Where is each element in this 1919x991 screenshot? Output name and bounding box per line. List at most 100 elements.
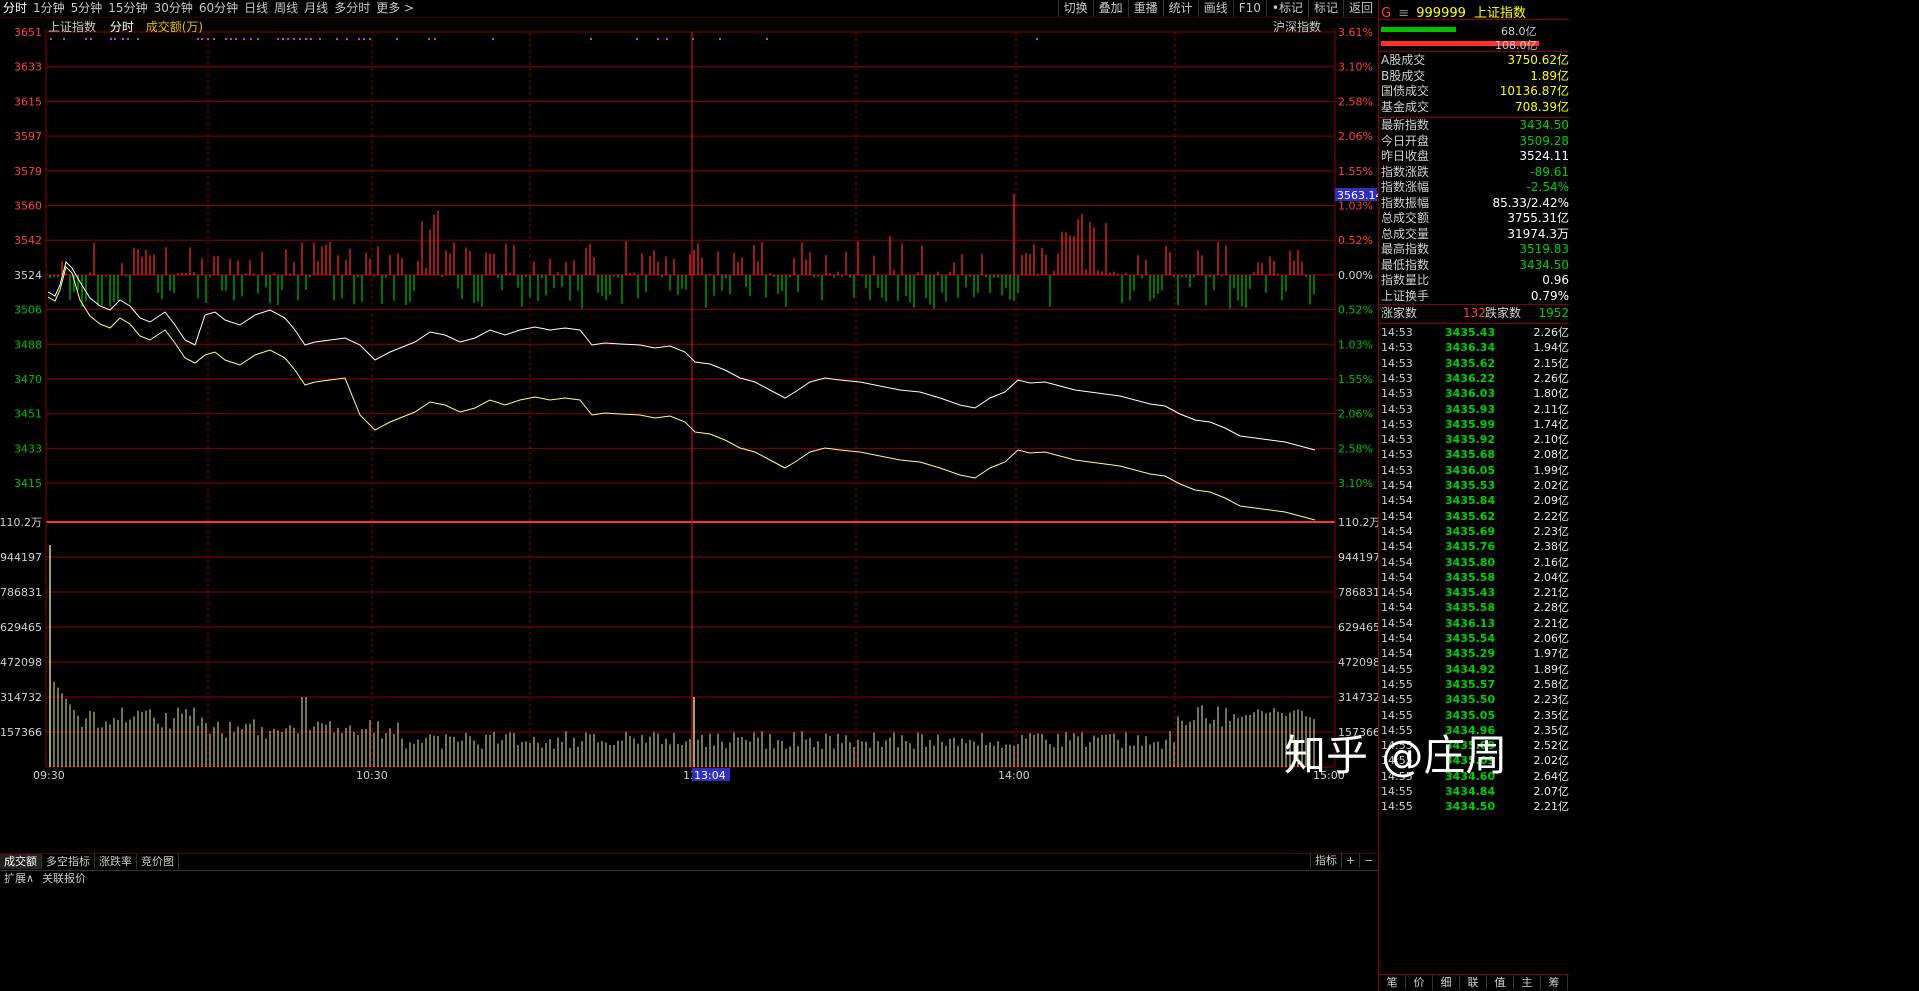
signal-dot bbox=[225, 38, 227, 40]
indicator-tab-1[interactable]: 多空指标 bbox=[42, 854, 95, 869]
tick-amount: 2.23亿 bbox=[1533, 524, 1570, 538]
tick-price: 3435.58 bbox=[1445, 601, 1496, 615]
signal-dot bbox=[213, 38, 215, 40]
tick-row: 14:55 3435.50 2.23亿 bbox=[1381, 692, 1569, 707]
signal-dot bbox=[207, 38, 209, 40]
tick-amount: 2.21亿 bbox=[1533, 586, 1570, 600]
tick-row: 14:53 3435.92 2.10亿 bbox=[1381, 432, 1569, 447]
turnover-row: A股成交 3750.62亿 bbox=[1381, 53, 1569, 68]
panel-tab-4[interactable]: 值 bbox=[1487, 975, 1514, 990]
panel-tab-1[interactable]: 价 bbox=[1406, 975, 1433, 990]
pct-tick-label: 3.10% bbox=[1338, 61, 1373, 74]
extra-tab-0[interactable]: 扩展∧ bbox=[0, 871, 38, 886]
tick-amount: 2.11亿 bbox=[1533, 402, 1570, 416]
signal-dot bbox=[137, 38, 139, 40]
tick-time: 14:55 bbox=[1381, 800, 1413, 814]
pct-tick-label: 2.06% bbox=[1338, 408, 1373, 421]
tick-time: 14:53 bbox=[1381, 356, 1413, 370]
mode-label: 分时 bbox=[109, 20, 134, 34]
turnover-value: 1.89亿 bbox=[1530, 68, 1569, 83]
tick-row: 14:54 3435.54 2.06亿 bbox=[1381, 631, 1569, 646]
extra-tabs: 扩展∧ 关联报价 bbox=[0, 870, 1378, 887]
price-tick-label: 3560 bbox=[14, 200, 42, 213]
volume-tick-label: 629465 bbox=[0, 621, 42, 634]
indicator-control-2[interactable]: − bbox=[1359, 853, 1377, 868]
stat-value: 3519.83 bbox=[1519, 242, 1569, 256]
tick-price: 3435.43 bbox=[1445, 586, 1496, 600]
signal-dot bbox=[636, 38, 638, 40]
tick-price: 3435.53 bbox=[1445, 479, 1496, 492]
tick-time: 14:54 bbox=[1381, 601, 1413, 615]
pct-tick-label: 0.00% bbox=[1338, 269, 1373, 282]
volume-tick-label: 944197 bbox=[0, 551, 42, 564]
indicator-tab-2[interactable]: 涨跌率 bbox=[95, 854, 137, 869]
panel-tab-6[interactable]: 筹 bbox=[1541, 975, 1568, 990]
stat-label: 指数涨幅 bbox=[1381, 180, 1430, 194]
tick-price: 3435.80 bbox=[1445, 555, 1496, 569]
cursor-price-label: 3563.14 bbox=[1337, 189, 1378, 202]
tick-price: 3435.62 bbox=[1445, 356, 1496, 370]
stat-row: 最新指数 3434.50 bbox=[1381, 118, 1569, 133]
tick-price: 3436.05 bbox=[1445, 463, 1496, 477]
tick-amount: 2.38亿 bbox=[1533, 540, 1570, 554]
stat-label: 指数量比 bbox=[1381, 273, 1430, 287]
stat-value: 3755.31亿 bbox=[1507, 211, 1569, 225]
tick-time: 14:53 bbox=[1381, 341, 1413, 355]
tick-time: 14:54 bbox=[1381, 494, 1413, 508]
tick-time: 14:54 bbox=[1381, 632, 1413, 645]
signal-dot bbox=[257, 38, 259, 40]
stat-row: 总成交量 31974.3万 bbox=[1381, 227, 1569, 242]
tick-amount: 2.28亿 bbox=[1533, 601, 1570, 615]
signal-dot bbox=[1036, 38, 1038, 40]
tick-amount: 2.22亿 bbox=[1533, 509, 1570, 523]
price-tick-label: 3451 bbox=[14, 408, 42, 421]
stat-value: 3509.28 bbox=[1519, 133, 1569, 148]
indicator-tabs: 成交额 多空指标 涨跌率 竞价图 bbox=[0, 853, 1378, 870]
stat-row: 上证换手 0.79% bbox=[1381, 289, 1569, 304]
pct-tick-label: 0.52% bbox=[1338, 234, 1373, 247]
stat-value: 3434.50 bbox=[1519, 257, 1569, 272]
indicator-tab-0[interactable]: 成交额 bbox=[0, 854, 42, 869]
signal-dot bbox=[122, 38, 124, 40]
watermark: 知乎 @庄周 bbox=[1284, 731, 1508, 780]
indicator-control-1[interactable]: + bbox=[1341, 853, 1359, 868]
intraday-chart[interactable]: 3651 3.61% 3633 3.10% 3615 2.58% 3597 2.06% 3579… bbox=[0, 0, 1378, 853]
stat-label: 上证换手 bbox=[1381, 288, 1430, 303]
stat-row: 总成交额 3755.31亿 bbox=[1381, 211, 1569, 226]
signal-dot bbox=[692, 38, 694, 40]
tick-row: 14:54 3435.58 2.04亿 bbox=[1381, 570, 1569, 585]
tick-row: 14:55 3434.92 1.89亿 bbox=[1381, 662, 1569, 677]
signal-dot bbox=[250, 38, 252, 40]
panel-tab-3[interactable]: 联 bbox=[1460, 975, 1487, 990]
pct-tick-label: 1.55% bbox=[1338, 373, 1373, 386]
signal-dot bbox=[719, 38, 721, 40]
time-tick-label: 09:30 bbox=[33, 769, 65, 782]
volume-tick-label: 314732 bbox=[0, 691, 42, 704]
stat-label: 指数振幅 bbox=[1381, 195, 1430, 210]
tick-time: 14:54 bbox=[1381, 540, 1413, 554]
turnover-value: 3750.62亿 bbox=[1507, 53, 1569, 67]
volume-tick-label: 786831 bbox=[0, 586, 42, 599]
panel-tab-0[interactable]: 笔 bbox=[1379, 975, 1406, 990]
indicator-control-0[interactable]: 指标 bbox=[1310, 853, 1341, 868]
tick-row: 14:55 3435.57 2.58亿 bbox=[1381, 677, 1569, 692]
signal-dot bbox=[396, 38, 398, 40]
panel-tab-5[interactable]: 主 bbox=[1514, 975, 1541, 990]
tick-amount: 2.35亿 bbox=[1533, 723, 1570, 737]
dec-label: 跌家数 bbox=[1485, 306, 1522, 320]
stat-label: 昨日收盘 bbox=[1381, 149, 1430, 163]
pct-tick-label: 1.55% bbox=[1338, 165, 1373, 178]
panel-tab-2[interactable]: 细 bbox=[1433, 975, 1460, 990]
extra-tab-1[interactable]: 关联报价 bbox=[38, 871, 90, 886]
tick-price: 3435.43 bbox=[1445, 326, 1496, 339]
price-tick-label: 3633 bbox=[14, 61, 42, 74]
volume-tick-label-right: 629465 bbox=[1338, 621, 1378, 634]
indicator-tab-3[interactable]: 竞价图 bbox=[137, 854, 179, 869]
signal-dot bbox=[50, 38, 52, 40]
volume-tick-label: 157366 bbox=[0, 726, 42, 739]
stat-row: 最低指数 3434.50 bbox=[1381, 258, 1569, 273]
signal-dot bbox=[319, 38, 321, 40]
tick-price: 3435.93 bbox=[1445, 402, 1496, 416]
price-tick-label: 3506 bbox=[14, 304, 42, 317]
tick-amount: 1.94亿 bbox=[1533, 341, 1570, 355]
